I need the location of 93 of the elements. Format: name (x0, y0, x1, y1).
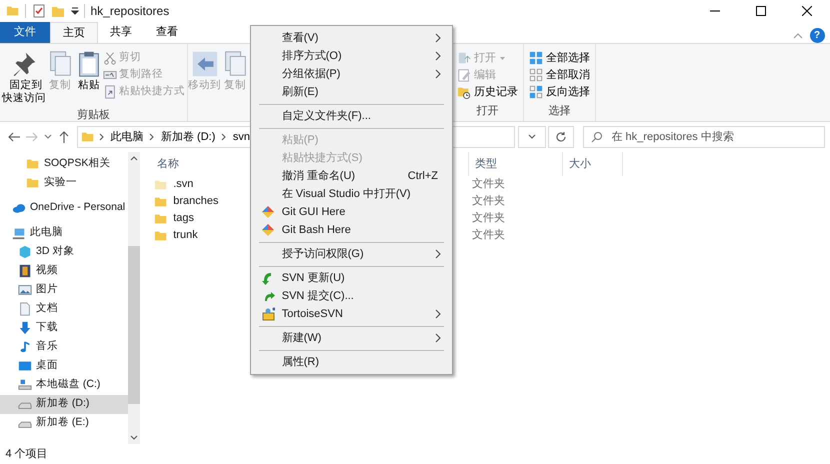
folder-icon (81, 130, 95, 144)
sidebar-item[interactable]: 视频 (0, 262, 128, 281)
file-name[interactable]: tags (173, 210, 194, 227)
sidebar-item[interactable]: SOQPSK相关 (0, 154, 128, 174)
cloud-icon (12, 201, 26, 216)
menu-item[interactable]: 在 Visual Studio 中打开(V) (253, 185, 450, 203)
close-icon (802, 6, 812, 16)
refresh-button[interactable] (548, 126, 574, 148)
properties-icon[interactable] (32, 4, 46, 18)
customize-dropdown-icon[interactable] (70, 6, 78, 16)
sidebar-item[interactable]: 3D 对象 (0, 242, 128, 262)
file-name[interactable]: trunk (173, 227, 198, 244)
file-type: 文件夹 (470, 176, 505, 192)
history-icon (457, 85, 471, 100)
grid-icon (529, 51, 543, 66)
ribbon-button[interactable]: 固定到快速访问 (2, 47, 46, 107)
drive-icon (18, 378, 32, 392)
scrollbar[interactable] (128, 152, 140, 444)
down-arrow-icon (18, 321, 32, 336)
menu-item[interactable]: TortoiseSVN (253, 305, 450, 323)
chevron-icon (148, 132, 156, 142)
menu-item[interactable]: SVN 提交(C)... (253, 287, 450, 305)
menu-item[interactable]: SVN 更新(U) (253, 269, 450, 287)
file-type: 文件夹 (470, 228, 505, 244)
menu-item[interactable]: 新建(W) (253, 329, 450, 347)
search-icon (590, 131, 602, 143)
sidebar-item[interactable]: 此电脑 (0, 224, 128, 243)
menu-item[interactable]: 授予访问权限(G) (253, 245, 450, 263)
computer-icon (12, 226, 26, 240)
file-menu-button[interactable]: 文件 (0, 22, 50, 43)
breadcrumb-item[interactable]: svn (230, 128, 252, 146)
cube-icon (18, 245, 32, 260)
file-name[interactable]: branches (173, 193, 219, 210)
music-note-icon (18, 340, 32, 354)
sidebar-item[interactable]: 文档 (0, 300, 128, 319)
maximize-icon (756, 6, 766, 16)
ribbon-button[interactable]: 全部取消 (527, 66, 592, 84)
ribbon-tab[interactable]: 查看 (144, 22, 190, 43)
picture-icon (18, 283, 32, 298)
sidebar-item[interactable]: 下载 (0, 318, 128, 338)
menu-item[interactable]: 撤消 重命名(U) Ctrl+Z (253, 167, 450, 185)
sidebar-item[interactable]: 实验一 (0, 174, 128, 193)
scissors-icon (103, 51, 117, 66)
chevron-icon (98, 132, 106, 142)
ribbon-button[interactable]: 历史记录 (455, 84, 520, 101)
menu-item[interactable]: 自定义文件夹(F)... (253, 107, 450, 125)
column-header[interactable]: 大小 (563, 152, 623, 176)
refresh-icon (555, 131, 568, 143)
ribbon-tab[interactable]: 主页 (50, 22, 98, 43)
help-button[interactable]: ? (810, 28, 824, 43)
group-label: 剪贴板 (76, 108, 111, 123)
column-header[interactable]: 类型 (469, 152, 563, 176)
menu-item[interactable]: 分组依据(P) (253, 65, 450, 83)
sidebar-item[interactable]: 新加卷 (D:) (0, 394, 128, 414)
sidebar-item[interactable]: 桌面 (0, 356, 128, 376)
shortcut-icon (103, 85, 117, 100)
menu-item[interactable]: 刷新(E) (253, 83, 450, 101)
document-icon (18, 302, 32, 316)
group-label: 打开 (476, 104, 500, 118)
menu-item[interactable]: 查看(V) (253, 29, 450, 47)
sidebar-item[interactable]: 音乐 (0, 338, 128, 357)
file-name[interactable]: .svn (173, 176, 194, 193)
menu-item[interactable]: 属性(R) (253, 353, 450, 371)
chevron-icon (220, 132, 228, 142)
ribbon-button[interactable]: 反向选择 (527, 84, 592, 101)
breadcrumb-item[interactable]: 此电脑 (108, 128, 146, 146)
item-count: 4 个项目 (6, 446, 48, 462)
open-icon (457, 51, 471, 66)
file-type: 文件夹 (470, 210, 505, 226)
caret-icon (499, 54, 506, 62)
menu-item[interactable]: Git GUI Here (253, 203, 450, 221)
ribbon-button[interactable]: 粘贴 (74, 47, 104, 107)
sidebar-item[interactable]: 图片 (0, 280, 128, 300)
desktop-icon (18, 359, 32, 374)
sidebar-item[interactable]: OneDrive - Personal (0, 198, 128, 218)
ribbon-button[interactable]: 全部选择 (527, 50, 592, 67)
sidebar-item[interactable]: 本地磁盘 (C:) (0, 376, 128, 395)
folder-icon (26, 176, 40, 190)
file-type: 文件夹 (470, 194, 505, 210)
edit-icon (457, 68, 471, 82)
search-field[interactable]: 在 hk_repositores 中搜索 (582, 126, 824, 148)
grid-icon (529, 68, 543, 82)
grid-icon (529, 85, 543, 100)
menu-item[interactable]: 排序方式(O) (253, 47, 450, 65)
group-label: 选择 (548, 104, 572, 118)
folder-icon (26, 157, 40, 172)
ribbon-tab[interactable]: 共享 (98, 22, 144, 43)
film-icon (18, 264, 32, 278)
folder-icon (6, 4, 20, 18)
menu-item[interactable]: Git Bash Here (253, 221, 450, 239)
sidebar-item[interactable]: 新加卷 (E:) (0, 414, 128, 433)
breadcrumb-item[interactable]: 新加卷 (D:) (159, 128, 218, 146)
window-title: hk_repositores (90, 3, 170, 20)
